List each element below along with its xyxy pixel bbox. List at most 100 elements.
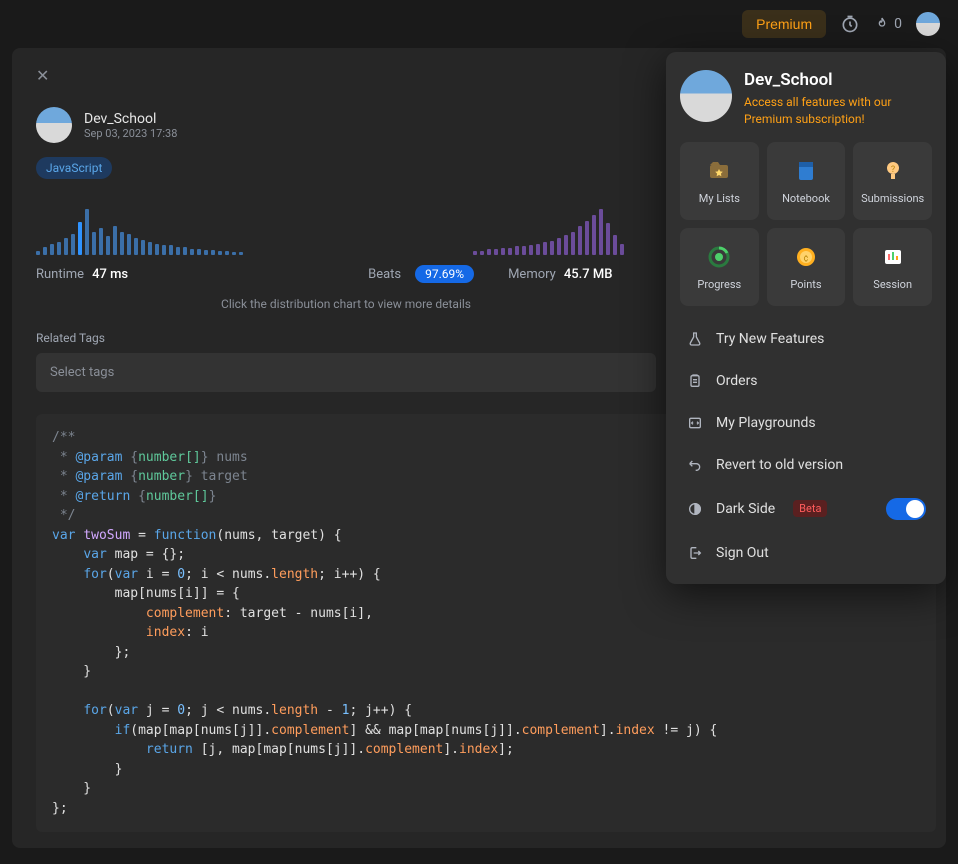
select-tags-input[interactable]: Select tags bbox=[36, 353, 656, 392]
session-icon bbox=[880, 244, 906, 270]
tile-label: Notebook bbox=[782, 192, 830, 205]
chart-bar[interactable] bbox=[557, 238, 561, 255]
chart-bar[interactable] bbox=[487, 249, 491, 255]
chart-bar[interactable] bbox=[197, 249, 201, 255]
tile-session[interactable]: Session bbox=[853, 228, 932, 306]
tile-label: Points bbox=[790, 278, 821, 291]
chart-bar[interactable] bbox=[599, 209, 603, 255]
chart-bar[interactable] bbox=[64, 238, 68, 255]
tile-label: My Lists bbox=[699, 192, 740, 205]
chart-bar[interactable] bbox=[578, 226, 582, 255]
chart-bar[interactable] bbox=[120, 232, 124, 255]
menu-orders[interactable]: Orders bbox=[680, 360, 932, 402]
menu-label: Revert to old version bbox=[716, 457, 843, 473]
chart-bar[interactable] bbox=[183, 247, 187, 255]
tile-progress[interactable]: Progress bbox=[680, 228, 759, 306]
chart-bar[interactable] bbox=[169, 245, 173, 255]
chart-bar[interactable] bbox=[543, 242, 547, 255]
chart-bar[interactable] bbox=[473, 251, 477, 255]
notebook-icon bbox=[793, 158, 819, 184]
chart-bar[interactable] bbox=[141, 240, 145, 255]
chart-bar[interactable] bbox=[162, 245, 166, 255]
subscription-message[interactable]: Access all features with our Premium sub… bbox=[744, 94, 932, 128]
tile-points[interactable]: ¢ Points bbox=[767, 228, 846, 306]
memory-distribution-chart[interactable] bbox=[473, 207, 624, 255]
coin-icon: ¢ bbox=[793, 244, 819, 270]
tile-label: Progress bbox=[697, 278, 741, 291]
menu-dark-side[interactable]: Dark Side Beta bbox=[680, 486, 932, 532]
runtime-distribution-chart[interactable] bbox=[36, 207, 243, 255]
chart-bar[interactable] bbox=[85, 209, 89, 255]
chart-bar[interactable] bbox=[134, 238, 138, 255]
chart-bar[interactable] bbox=[232, 252, 236, 255]
chart-bar[interactable] bbox=[239, 252, 243, 255]
chart-bar[interactable] bbox=[620, 244, 624, 256]
chart-bar[interactable] bbox=[550, 241, 554, 255]
menu-label: My Playgrounds bbox=[716, 415, 816, 431]
progress-icon bbox=[706, 244, 732, 270]
memory-label: Memory bbox=[508, 267, 556, 282]
chart-bar[interactable] bbox=[92, 232, 96, 255]
chart-bar[interactable] bbox=[127, 234, 131, 255]
user-dropdown: Dev_School Access all features with our … bbox=[666, 52, 946, 584]
chart-bar[interactable] bbox=[536, 244, 540, 256]
chart-bar[interactable] bbox=[71, 234, 75, 255]
chart-bar[interactable] bbox=[113, 226, 117, 255]
tile-label: Session bbox=[873, 278, 912, 291]
streak-counter[interactable]: 0 bbox=[874, 16, 902, 32]
avatar[interactable] bbox=[916, 12, 940, 36]
chart-bar[interactable] bbox=[494, 249, 498, 255]
chart-bar[interactable] bbox=[155, 244, 159, 256]
menu-sign-out[interactable]: Sign Out bbox=[680, 532, 932, 574]
clipboard-icon bbox=[686, 372, 704, 390]
chart-bar[interactable] bbox=[585, 221, 589, 256]
chart-bar[interactable] bbox=[190, 249, 194, 255]
chart-bar[interactable] bbox=[508, 248, 512, 255]
author-name[interactable]: Dev_School bbox=[84, 111, 177, 127]
chart-bar[interactable] bbox=[99, 228, 103, 255]
premium-button[interactable]: Premium bbox=[742, 10, 826, 38]
menu-revert[interactable]: Revert to old version bbox=[680, 444, 932, 486]
chart-bar[interactable] bbox=[211, 250, 215, 255]
post-timestamp: Sep 03, 2023 17:38 bbox=[84, 127, 177, 140]
language-pill[interactable]: JavaScript bbox=[36, 157, 112, 179]
chart-bar[interactable] bbox=[106, 236, 110, 255]
menu-label: Orders bbox=[716, 373, 758, 389]
timer-icon[interactable] bbox=[840, 14, 860, 34]
chart-bar[interactable] bbox=[78, 222, 82, 255]
chart-bar[interactable] bbox=[606, 223, 610, 255]
chart-bar[interactable] bbox=[571, 232, 575, 255]
chart-bar[interactable] bbox=[564, 235, 568, 255]
tile-submissions[interactable]: ?Submissions bbox=[853, 142, 932, 220]
chart-bar[interactable] bbox=[480, 251, 484, 255]
author-avatar[interactable] bbox=[36, 107, 72, 143]
flask-icon bbox=[686, 330, 704, 348]
dropdown-username[interactable]: Dev_School bbox=[744, 70, 932, 90]
tile-notebook[interactable]: Notebook bbox=[767, 142, 846, 220]
chart-bar[interactable] bbox=[218, 251, 222, 255]
menu-playgrounds[interactable]: My Playgrounds bbox=[680, 402, 932, 444]
dropdown-avatar[interactable] bbox=[680, 70, 732, 122]
chart-bar[interactable] bbox=[501, 248, 505, 255]
chart-bar[interactable] bbox=[613, 235, 617, 255]
chart-bar[interactable] bbox=[529, 245, 533, 255]
chart-bar[interactable] bbox=[522, 246, 526, 255]
chart-bar[interactable] bbox=[43, 247, 47, 255]
tile-label: Submissions bbox=[861, 192, 924, 205]
memory-value: 45.7 MB bbox=[564, 267, 613, 282]
chart-bar[interactable] bbox=[204, 250, 208, 255]
chart-bar[interactable] bbox=[176, 247, 180, 255]
chart-bar[interactable] bbox=[515, 246, 519, 255]
menu-try-features[interactable]: Try New Features bbox=[680, 318, 932, 360]
dark-side-toggle[interactable] bbox=[886, 498, 926, 520]
chart-bar[interactable] bbox=[36, 251, 40, 255]
beats-label: Beats bbox=[368, 267, 401, 282]
chart-bar[interactable] bbox=[57, 242, 61, 255]
chart-bar[interactable] bbox=[50, 244, 54, 256]
chart-hint: Click the distribution chart to view mor… bbox=[36, 297, 656, 311]
chart-bar[interactable] bbox=[148, 242, 152, 255]
chart-bar[interactable] bbox=[225, 251, 229, 255]
revert-icon bbox=[686, 456, 704, 474]
tile-my-lists[interactable]: My Lists bbox=[680, 142, 759, 220]
chart-bar[interactable] bbox=[592, 215, 596, 255]
